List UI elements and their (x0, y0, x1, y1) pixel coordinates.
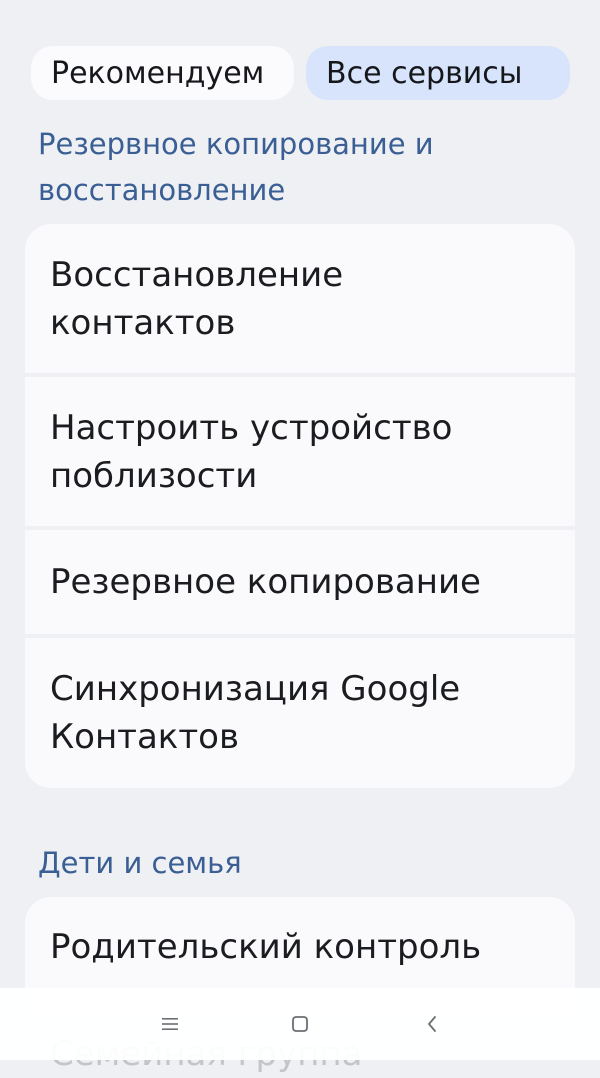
list-item-backup[interactable]: Резервное копирование (25, 530, 575, 634)
section-title-kids-family: Дети и семья (38, 846, 242, 880)
menu-icon[interactable] (134, 988, 206, 1060)
tab-bar: Рекомендуем Все сервисы (31, 46, 570, 100)
list-item-label: Резервное копирование (50, 562, 481, 602)
tab-recommended[interactable]: Рекомендуем (31, 46, 294, 100)
list-item-label: Восстановление контактов (50, 254, 344, 343)
list-item-label: Синхронизация Google Контактов (50, 669, 461, 757)
home-icon[interactable] (264, 988, 336, 1060)
list-item-label: Настроить устройство поблизости (50, 407, 453, 496)
list-item-restore-contacts[interactable]: Восстановление контактов (25, 224, 575, 373)
back-icon[interactable] (396, 988, 468, 1060)
system-navigation-bar (0, 988, 600, 1060)
list-item-setup-nearby-device[interactable]: Настроить устройство поблизости (25, 377, 575, 526)
section-title-backup: Резервное копирование и восстановление (38, 127, 434, 207)
tab-all-services[interactable]: Все сервисы (306, 46, 570, 100)
list-item-label: Родительский контроль (50, 927, 482, 967)
list-item-google-contacts-sync[interactable]: Синхронизация Google Контактов (25, 638, 575, 788)
